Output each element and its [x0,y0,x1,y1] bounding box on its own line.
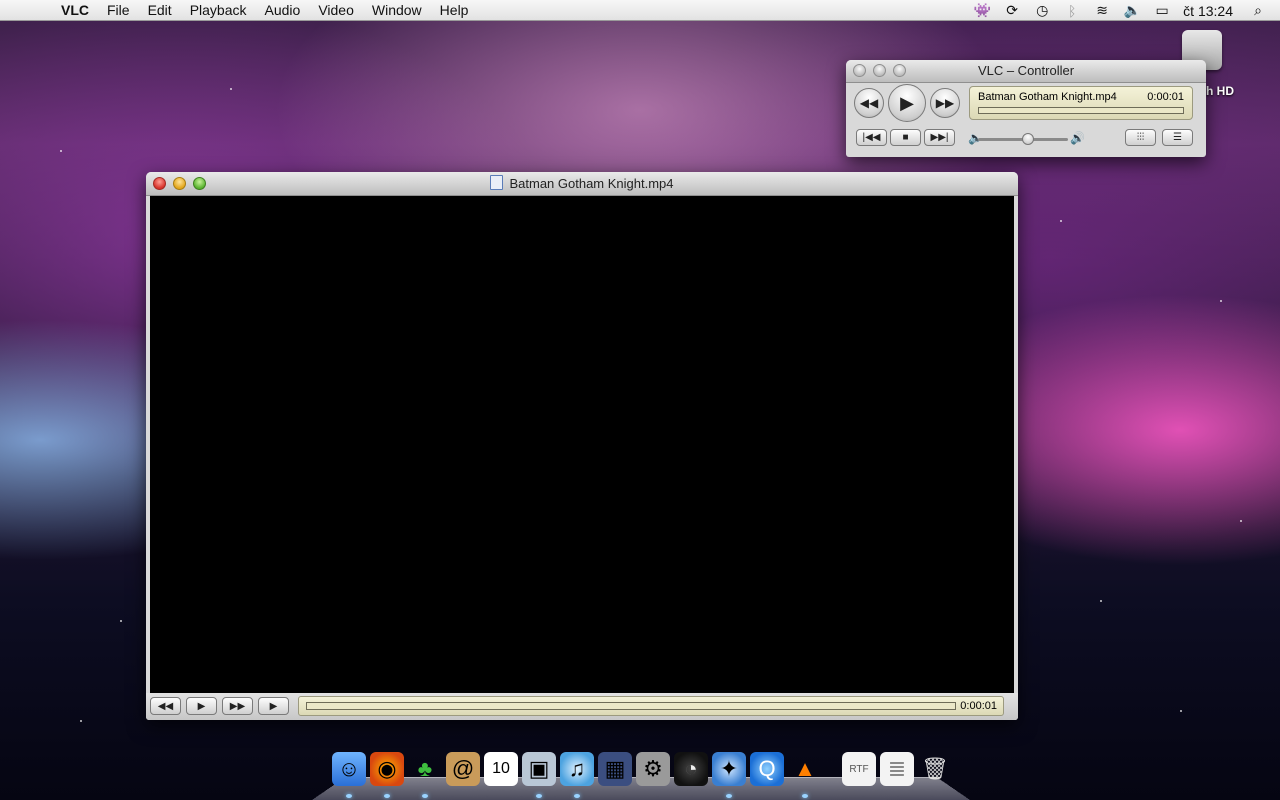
alien-menu-icon[interactable]: 👾 [972,2,992,19]
close-button[interactable] [853,64,866,77]
next-icon: ▶▶| [930,132,949,143]
menu-video[interactable]: Video [309,0,363,21]
menu-bar: VLC File Edit Playback Audio Video Windo… [0,0,1280,21]
video-seek-bar[interactable] [306,702,956,710]
fullscreen-icon: ▶ [269,700,278,712]
spaces-icon[interactable]: ▦ [598,752,632,786]
fast-forward-icon: ▶▶ [229,700,246,712]
play-icon: ▶ [900,92,914,113]
video-controls-bar: ◀◀ ▶ ▶▶ ▶ 0:00:01 [146,693,1018,720]
menu-audio[interactable]: Audio [256,0,310,21]
video-window: Batman Gotham Knight.mp4 ◀◀ ▶ ▶▶ ▶ 0:00:… [146,172,1018,720]
rewind-icon: ◀◀ [157,700,174,712]
equalizer-icon: ⫶⫶⫶ [1136,132,1145,143]
playlist-button[interactable]: ☰ [1162,129,1193,146]
next-button[interactable]: ▶▶| [924,129,955,146]
menu-file[interactable]: File [98,0,139,21]
previous-icon: |◀◀ [862,132,881,143]
rtf-document-icon[interactable]: RTF [842,752,876,786]
play-icon: ▶ [197,700,206,712]
fast-forward-button[interactable]: ▶▶ [930,88,960,118]
dock: ☺ ◉ ♣ @ 10 ▣ ♫ ▦ ⚙ ◔ ✦ Q ▲ RTF ≣ 🗑 [312,752,970,800]
play-button[interactable]: ▶ [888,84,926,122]
volume-high-icon[interactable]: 🔊 [1070,131,1085,145]
playlist-icon: ☰ [1173,132,1182,143]
rewind-button[interactable]: ◀◀ [854,88,884,118]
volume-icon[interactable]: 🔈 [1122,2,1142,19]
menu-vlc[interactable]: VLC [52,0,98,21]
controller-seek-bar[interactable] [978,107,1184,114]
vlc-controller-window: VLC – Controller ◀◀ ▶ ▶▶ Batman Gotham K… [846,60,1206,157]
controller-display: Batman Gotham Knight.mp4 0:00:01 [969,86,1193,120]
zoom-button[interactable] [193,177,206,190]
battery-icon[interactable]: ▭ [1152,2,1172,19]
spotlight-icon[interactable]: ⌕ [1248,2,1268,19]
stop-icon: ■ [902,132,909,143]
ical-icon[interactable]: 10 [484,752,518,786]
controller-time: 0:00:01 [1147,91,1184,103]
close-button[interactable] [153,177,166,190]
menu-edit[interactable]: Edit [139,0,181,21]
fast-forward-icon: ▶▶ [935,96,955,110]
video-fast-forward-button[interactable]: ▶▶ [222,697,253,715]
volume-slider-knob[interactable] [1022,133,1034,145]
menu-playback[interactable]: Playback [181,0,256,21]
firefox-icon[interactable]: ◉ [370,752,404,786]
zoom-button[interactable] [893,64,906,77]
menu-help[interactable]: Help [431,0,478,21]
previous-button[interactable]: |◀◀ [856,129,887,146]
system-preferences-icon[interactable]: ⚙ [636,752,670,786]
video-display[interactable] [150,196,1014,693]
menubar-clock[interactable]: čt 13:24 [1183,3,1233,19]
sync-icon[interactable]: ⟳ [1002,2,1022,19]
video-play-button[interactable]: ▶ [186,697,217,715]
minimize-button[interactable] [873,64,886,77]
address-book-icon[interactable]: @ [446,752,480,786]
video-title: Batman Gotham Knight.mp4 [509,176,674,191]
video-file-icon [490,175,504,190]
vlc-icon[interactable]: ▲ [788,752,822,786]
video-seek-area: 0:00:01 [298,696,1004,716]
stop-button[interactable]: ■ [890,129,921,146]
controller-filename: Batman Gotham Knight.mp4 [978,91,1117,103]
video-fullscreen-button[interactable]: ▶ [258,697,289,715]
document-icon[interactable]: ≣ [880,752,914,786]
adium-icon[interactable]: ♣ [408,752,442,786]
minimize-button[interactable] [173,177,186,190]
controller-title: VLC – Controller [977,63,1075,78]
controller-titlebar[interactable]: VLC – Controller [846,60,1206,83]
time-machine-icon[interactable]: ◷ [1032,2,1052,19]
equalizer-button[interactable]: ⫶⫶⫶ [1125,129,1156,146]
iphoto-icon[interactable]: ▣ [522,752,556,786]
quicktime-icon[interactable]: Q [750,752,784,786]
bluetooth-icon[interactable]: ᛒ [1062,3,1082,19]
dashboard-icon[interactable]: ◔ [674,752,708,786]
menu-window[interactable]: Window [363,0,431,21]
wifi-icon[interactable]: ≋ [1092,2,1112,19]
video-time: 0:00:01 [960,700,997,712]
video-titlebar[interactable]: Batman Gotham Knight.mp4 [146,172,1018,196]
trash-icon[interactable]: 🗑 [918,752,952,786]
safari-icon[interactable]: ✦ [712,752,746,786]
itunes-icon[interactable]: ♫ [560,752,594,786]
finder-icon[interactable]: ☺ [332,752,366,786]
rewind-icon: ◀◀ [859,96,879,110]
video-rewind-button[interactable]: ◀◀ [150,697,181,715]
